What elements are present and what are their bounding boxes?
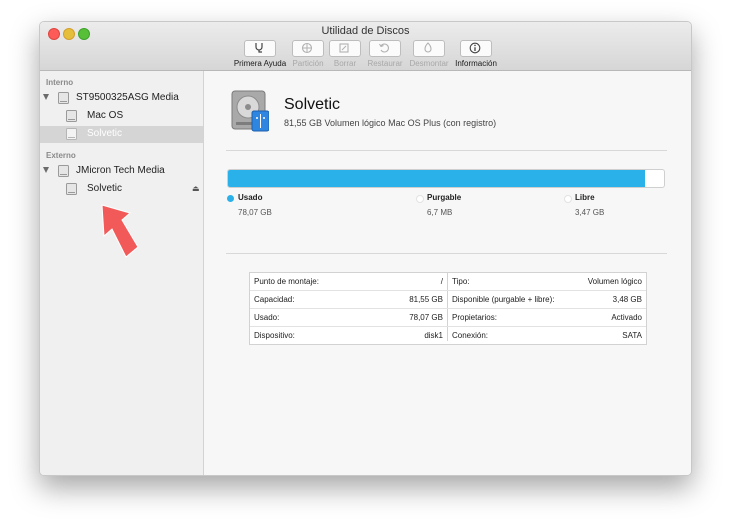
info-label: Disponible (purgable + libre): <box>452 295 555 304</box>
info-value: 3,48 GB <box>612 295 642 304</box>
sidebar-item-solvetic-internal[interactable]: Solvetic <box>40 126 203 143</box>
info-value: Activado <box>611 313 642 322</box>
purgeable-color-dot <box>416 195 424 203</box>
info-row: Usado: 78,07 GB Propietarios: Activado <box>250 309 646 327</box>
volume-description: 81,55 GB Volumen lógico Mac OS Plus (con… <box>284 118 497 128</box>
sidebar-item-label: Solvetic <box>87 183 123 194</box>
info-label: Conexión: <box>452 331 489 340</box>
sidebar-section-internal: Interno <box>46 78 74 87</box>
info-value: SATA <box>622 331 642 340</box>
disclosure-triangle-icon[interactable] <box>43 167 49 173</box>
info-value: 78,07 GB <box>409 313 443 322</box>
info-value: disk1 <box>424 331 443 340</box>
sidebar-item-macos[interactable]: Mac OS <box>40 108 203 125</box>
sidebar-item-label: ST9500325ASG Media <box>76 92 179 103</box>
legend-free-value: 3,47 GB <box>575 208 605 217</box>
info-label: Propietarios: <box>452 313 497 322</box>
info-button[interactable]: Información <box>448 40 504 68</box>
info-value: / <box>440 277 443 286</box>
info-icon <box>460 40 492 57</box>
disclosure-triangle-icon[interactable] <box>43 94 49 100</box>
info-label: Punto de montaje: <box>254 277 319 286</box>
red-arrow-annotation <box>101 204 139 258</box>
legend-purgeable-label: Purgable <box>427 193 462 202</box>
sidebar-item-external-disk[interactable]: JMicron Tech Media <box>40 163 203 180</box>
sidebar-item-label: JMicron Tech Media <box>76 165 165 176</box>
info-label: Información <box>455 59 497 68</box>
volume-name: Solvetic <box>284 96 341 113</box>
info-label: Tipo: <box>452 277 470 286</box>
volume-icon <box>66 128 77 140</box>
sidebar: Interno ST9500325ASG Media Mac OS Solvet… <box>40 71 204 475</box>
info-label: Usado: <box>254 313 280 322</box>
sidebar-item-label: Solvetic <box>87 128 123 139</box>
hard-drive-icon <box>58 92 69 104</box>
window-title: Utilidad de Discos <box>321 25 410 37</box>
info-row: Capacidad: 81,55 GB Disponible (purgable… <box>250 291 646 309</box>
stethoscope-icon <box>244 40 276 57</box>
legend-used-value: 78,07 GB <box>238 208 272 217</box>
volume-icon <box>66 183 77 195</box>
eject-icon[interactable]: ⏏ <box>192 184 200 193</box>
usage-bar-used <box>228 170 646 187</box>
info-row: Punto de montaje: / Tipo: Volumen lógico <box>250 273 646 291</box>
info-value: 81,55 GB <box>409 295 443 304</box>
legend-used-label: Usado <box>238 193 263 202</box>
sidebar-item-solvetic-external[interactable]: Solvetic ⏏ <box>40 181 203 198</box>
free-color-dot <box>564 195 572 203</box>
sidebar-item-internal-disk[interactable]: ST9500325ASG Media <box>40 90 203 107</box>
info-table: Punto de montaje: / Tipo: Volumen lógico… <box>249 272 647 345</box>
divider <box>226 253 667 254</box>
usage-bar <box>227 169 665 188</box>
info-label: Dispositivo: <box>254 331 295 340</box>
titlebar: Utilidad de Discos Primera Ayuda Partici… <box>40 22 691 71</box>
restore-icon <box>369 40 401 57</box>
used-color-dot <box>227 195 234 202</box>
legend-free-label: Libre <box>575 193 595 202</box>
info-value: Volumen lógico <box>587 277 642 286</box>
info-label: Capacidad: <box>254 295 295 304</box>
sidebar-item-label: Mac OS <box>87 110 124 121</box>
hard-drive-icon <box>58 165 69 177</box>
detail-pane: Solvetic 81,55 GB Volumen lógico Mac OS … <box>204 71 691 475</box>
info-row: Dispositivo: disk1 Conexión: SATA <box>250 327 646 344</box>
volume-disk-icon <box>231 90 269 132</box>
unmount-icon <box>413 40 445 57</box>
sidebar-section-external: Externo <box>46 151 76 160</box>
volume-icon <box>66 110 77 122</box>
divider <box>226 150 667 151</box>
legend-purgeable-value: 6,7 MB <box>427 208 453 217</box>
